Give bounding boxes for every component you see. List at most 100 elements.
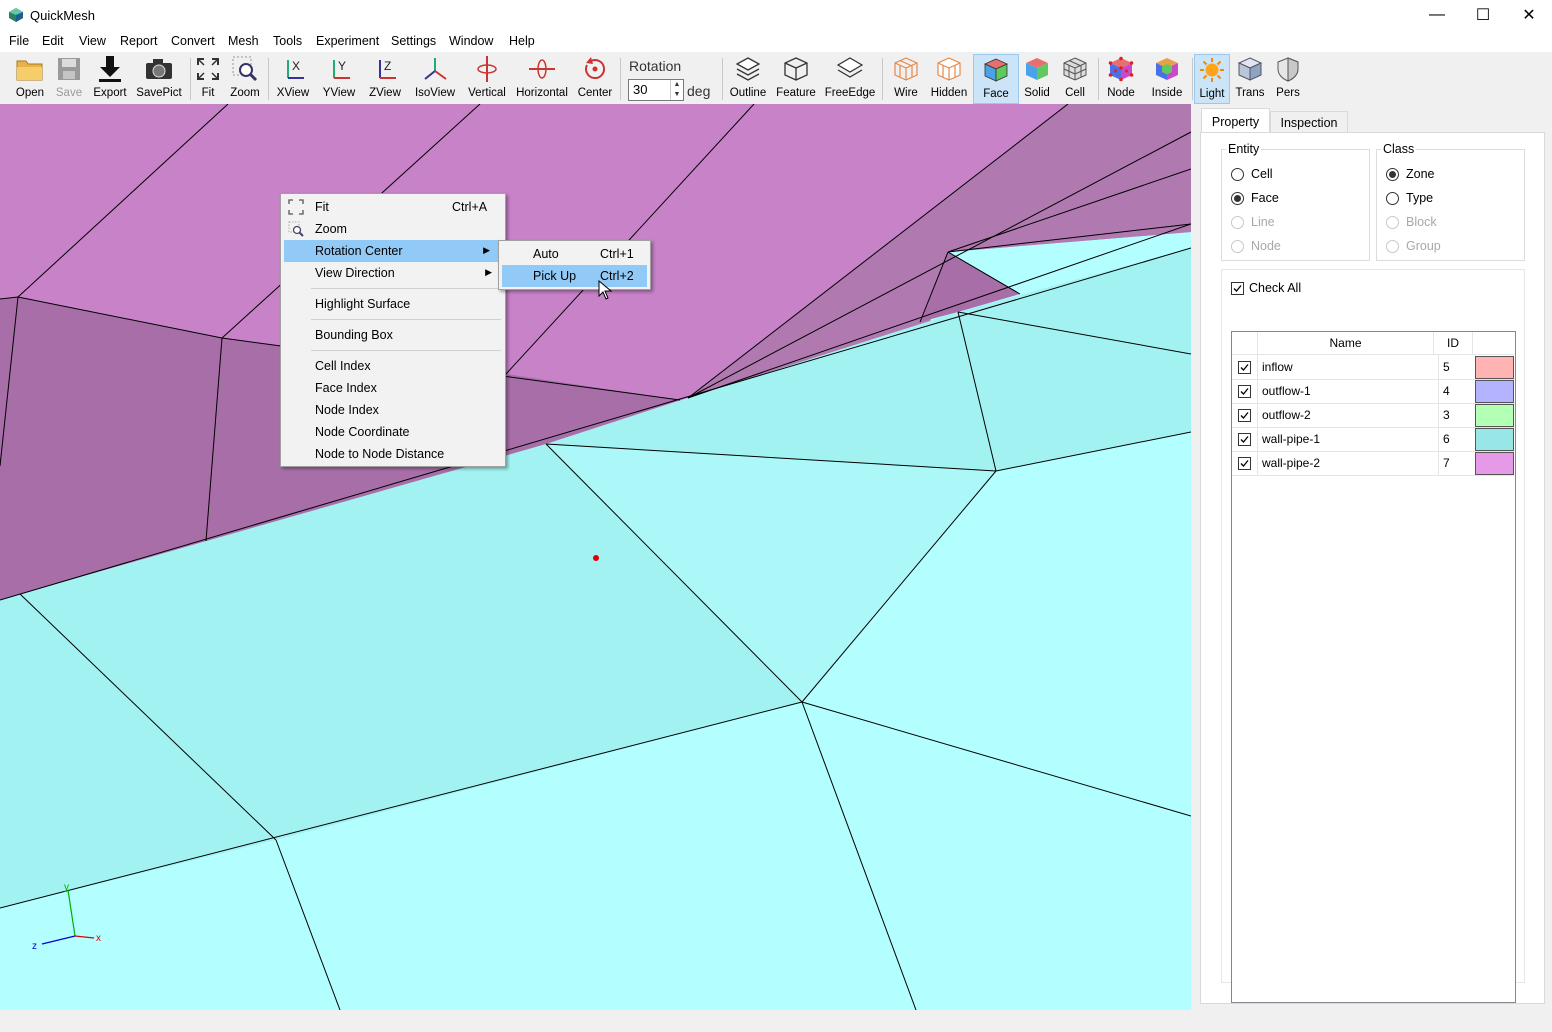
tab-property[interactable]: Property xyxy=(1201,108,1270,134)
savepict-button[interactable]: SavePict xyxy=(135,54,183,102)
zone-color-swatch[interactable] xyxy=(1475,380,1514,403)
rotation-angle-spinbox[interactable]: 30 ▲ ▼ xyxy=(628,79,684,101)
menu-item-node-to-node-distance[interactable]: Node to Node Distance xyxy=(284,443,502,465)
hidden-button[interactable]: Hidden xyxy=(930,54,968,102)
minimize-button[interactable]: — xyxy=(1414,0,1460,30)
row-checkbox[interactable] xyxy=(1232,403,1258,427)
table-header-name[interactable]: Name xyxy=(1258,332,1434,355)
menu-window[interactable]: Window xyxy=(449,34,493,48)
maximize-button[interactable]: ☐ xyxy=(1460,0,1506,30)
radio-class-zone[interactable]: Zone xyxy=(1386,167,1435,181)
save-button[interactable]: Save xyxy=(51,54,87,102)
menu-settings[interactable]: Settings xyxy=(391,34,436,48)
row-id: 6 xyxy=(1438,427,1477,451)
table-row[interactable]: outflow-1 4 xyxy=(1232,379,1515,404)
cell-button[interactable]: Cell xyxy=(1060,54,1090,102)
radio-class-type[interactable]: Type xyxy=(1386,191,1433,205)
zone-color-swatch[interactable] xyxy=(1475,404,1514,427)
radio-entity-line[interactable]: Line xyxy=(1231,215,1275,229)
yview-button[interactable]: Y YView xyxy=(320,54,358,102)
menu-item-bounding-box[interactable]: Bounding Box xyxy=(284,324,502,346)
freeedge-button[interactable]: FreeEdge xyxy=(825,54,875,102)
menu-item-highlight-surface[interactable]: Highlight Surface xyxy=(284,293,502,315)
menu-report[interactable]: Report xyxy=(120,34,158,48)
solid-button[interactable]: Solid xyxy=(1022,54,1052,102)
zoom-icon xyxy=(230,54,260,84)
menu-item-label: Node to Node Distance xyxy=(315,447,445,461)
light-button[interactable]: Light xyxy=(1194,54,1230,104)
row-checkbox[interactable] xyxy=(1232,355,1258,379)
zview-button[interactable]: Z ZView xyxy=(366,54,404,102)
close-button[interactable]: ✕ xyxy=(1506,0,1552,30)
node-button[interactable]: Node xyxy=(1104,54,1138,102)
menu-convert[interactable]: Convert xyxy=(171,34,215,48)
menu-experiment[interactable]: Experiment xyxy=(316,34,379,48)
feature-button[interactable]: Feature xyxy=(774,54,818,102)
horizontal-rotation-icon xyxy=(527,54,557,84)
tab-inspection[interactable]: Inspection xyxy=(1270,111,1348,133)
inside-cube-icon xyxy=(1152,54,1182,84)
quickmesh-logo-icon xyxy=(9,8,23,22)
spin-arrows-icon[interactable]: ▲ ▼ xyxy=(670,80,683,100)
row-name: outflow-1 xyxy=(1262,384,1311,398)
menu-tools[interactable]: Tools xyxy=(273,34,302,48)
pers-button[interactable]: Pers xyxy=(1272,54,1304,102)
zone-color-swatch[interactable] xyxy=(1475,428,1514,451)
fit-button[interactable]: Fit xyxy=(194,54,222,102)
row-checkbox[interactable] xyxy=(1232,451,1258,475)
row-id: 3 xyxy=(1438,403,1477,427)
row-checkbox[interactable] xyxy=(1232,427,1258,451)
menu-mesh[interactable]: Mesh xyxy=(228,34,259,48)
vertical-button[interactable]: Vertical xyxy=(466,54,508,102)
center-button[interactable]: Center xyxy=(576,54,614,102)
menu-item-fit[interactable]: Fit Ctrl+A xyxy=(284,196,502,218)
xview-button[interactable]: X XView xyxy=(274,54,312,102)
menu-edit[interactable]: Edit xyxy=(42,34,64,48)
wire-button[interactable]: Wire xyxy=(888,54,924,102)
zone-color-swatch[interactable] xyxy=(1475,452,1514,475)
table-row[interactable]: inflow 5 xyxy=(1232,355,1515,380)
radio-entity-node[interactable]: Node xyxy=(1231,239,1281,253)
row-checkbox[interactable] xyxy=(1232,379,1258,403)
menu-item-view-direction[interactable]: View Direction ▶ xyxy=(284,262,502,284)
sun-light-icon xyxy=(1197,55,1227,85)
menu-item-label: Face Index xyxy=(315,381,377,395)
radio-label: Node xyxy=(1251,239,1281,253)
radio-class-group[interactable]: Group xyxy=(1386,239,1441,253)
radio-icon xyxy=(1386,239,1399,253)
menu-item-node-coordinate[interactable]: Node Coordinate xyxy=(284,421,502,443)
horizontal-button[interactable]: Horizontal xyxy=(515,54,569,102)
isoview-button[interactable]: IsoView xyxy=(413,54,457,102)
table-row[interactable]: wall-pipe-1 6 xyxy=(1232,427,1515,452)
radio-label: Type xyxy=(1406,191,1434,205)
table-row[interactable]: outflow-2 3 xyxy=(1232,403,1515,428)
zoom-button[interactable]: Zoom xyxy=(228,54,262,102)
menu-item-zoom[interactable]: Zoom xyxy=(284,218,502,240)
menu-item-face-index[interactable]: Face Index xyxy=(284,377,502,399)
open-button[interactable]: Open xyxy=(11,54,49,102)
outline-button[interactable]: Outline xyxy=(728,54,768,102)
menu-item-rotation-center[interactable]: Rotation Center ▶ xyxy=(284,240,500,262)
face-button[interactable]: Face xyxy=(973,54,1019,104)
radio-entity-cell[interactable]: Cell xyxy=(1231,167,1273,181)
menu-item-auto[interactable]: Auto Ctrl+1 xyxy=(502,243,647,265)
node-label: Node xyxy=(1107,87,1135,99)
export-button[interactable]: Export xyxy=(90,54,130,102)
feature-cube-icon xyxy=(781,54,811,84)
radio-entity-face[interactable]: Face xyxy=(1231,191,1279,205)
menu-item-label: View Direction xyxy=(315,266,395,280)
table-header-id[interactable]: ID xyxy=(1434,332,1473,355)
check-all-checkbox[interactable]: Check All xyxy=(1231,281,1301,295)
zone-color-swatch[interactable] xyxy=(1475,356,1514,379)
menu-view[interactable]: View xyxy=(79,34,106,48)
menu-item-pick-up[interactable]: Pick Up Ctrl+2 xyxy=(502,265,647,287)
inside-button[interactable]: Inside xyxy=(1148,54,1186,102)
menu-item-node-index[interactable]: Node Index xyxy=(284,399,502,421)
radio-class-block[interactable]: Block xyxy=(1386,215,1437,229)
menu-file[interactable]: File xyxy=(9,34,29,48)
menu-item-cell-index[interactable]: Cell Index xyxy=(284,355,502,377)
trans-button[interactable]: Trans xyxy=(1233,54,1267,102)
menu-help[interactable]: Help xyxy=(509,34,535,48)
rotation-angle-value[interactable]: 30 xyxy=(633,82,647,97)
table-row[interactable]: wall-pipe-2 7 xyxy=(1232,451,1515,476)
